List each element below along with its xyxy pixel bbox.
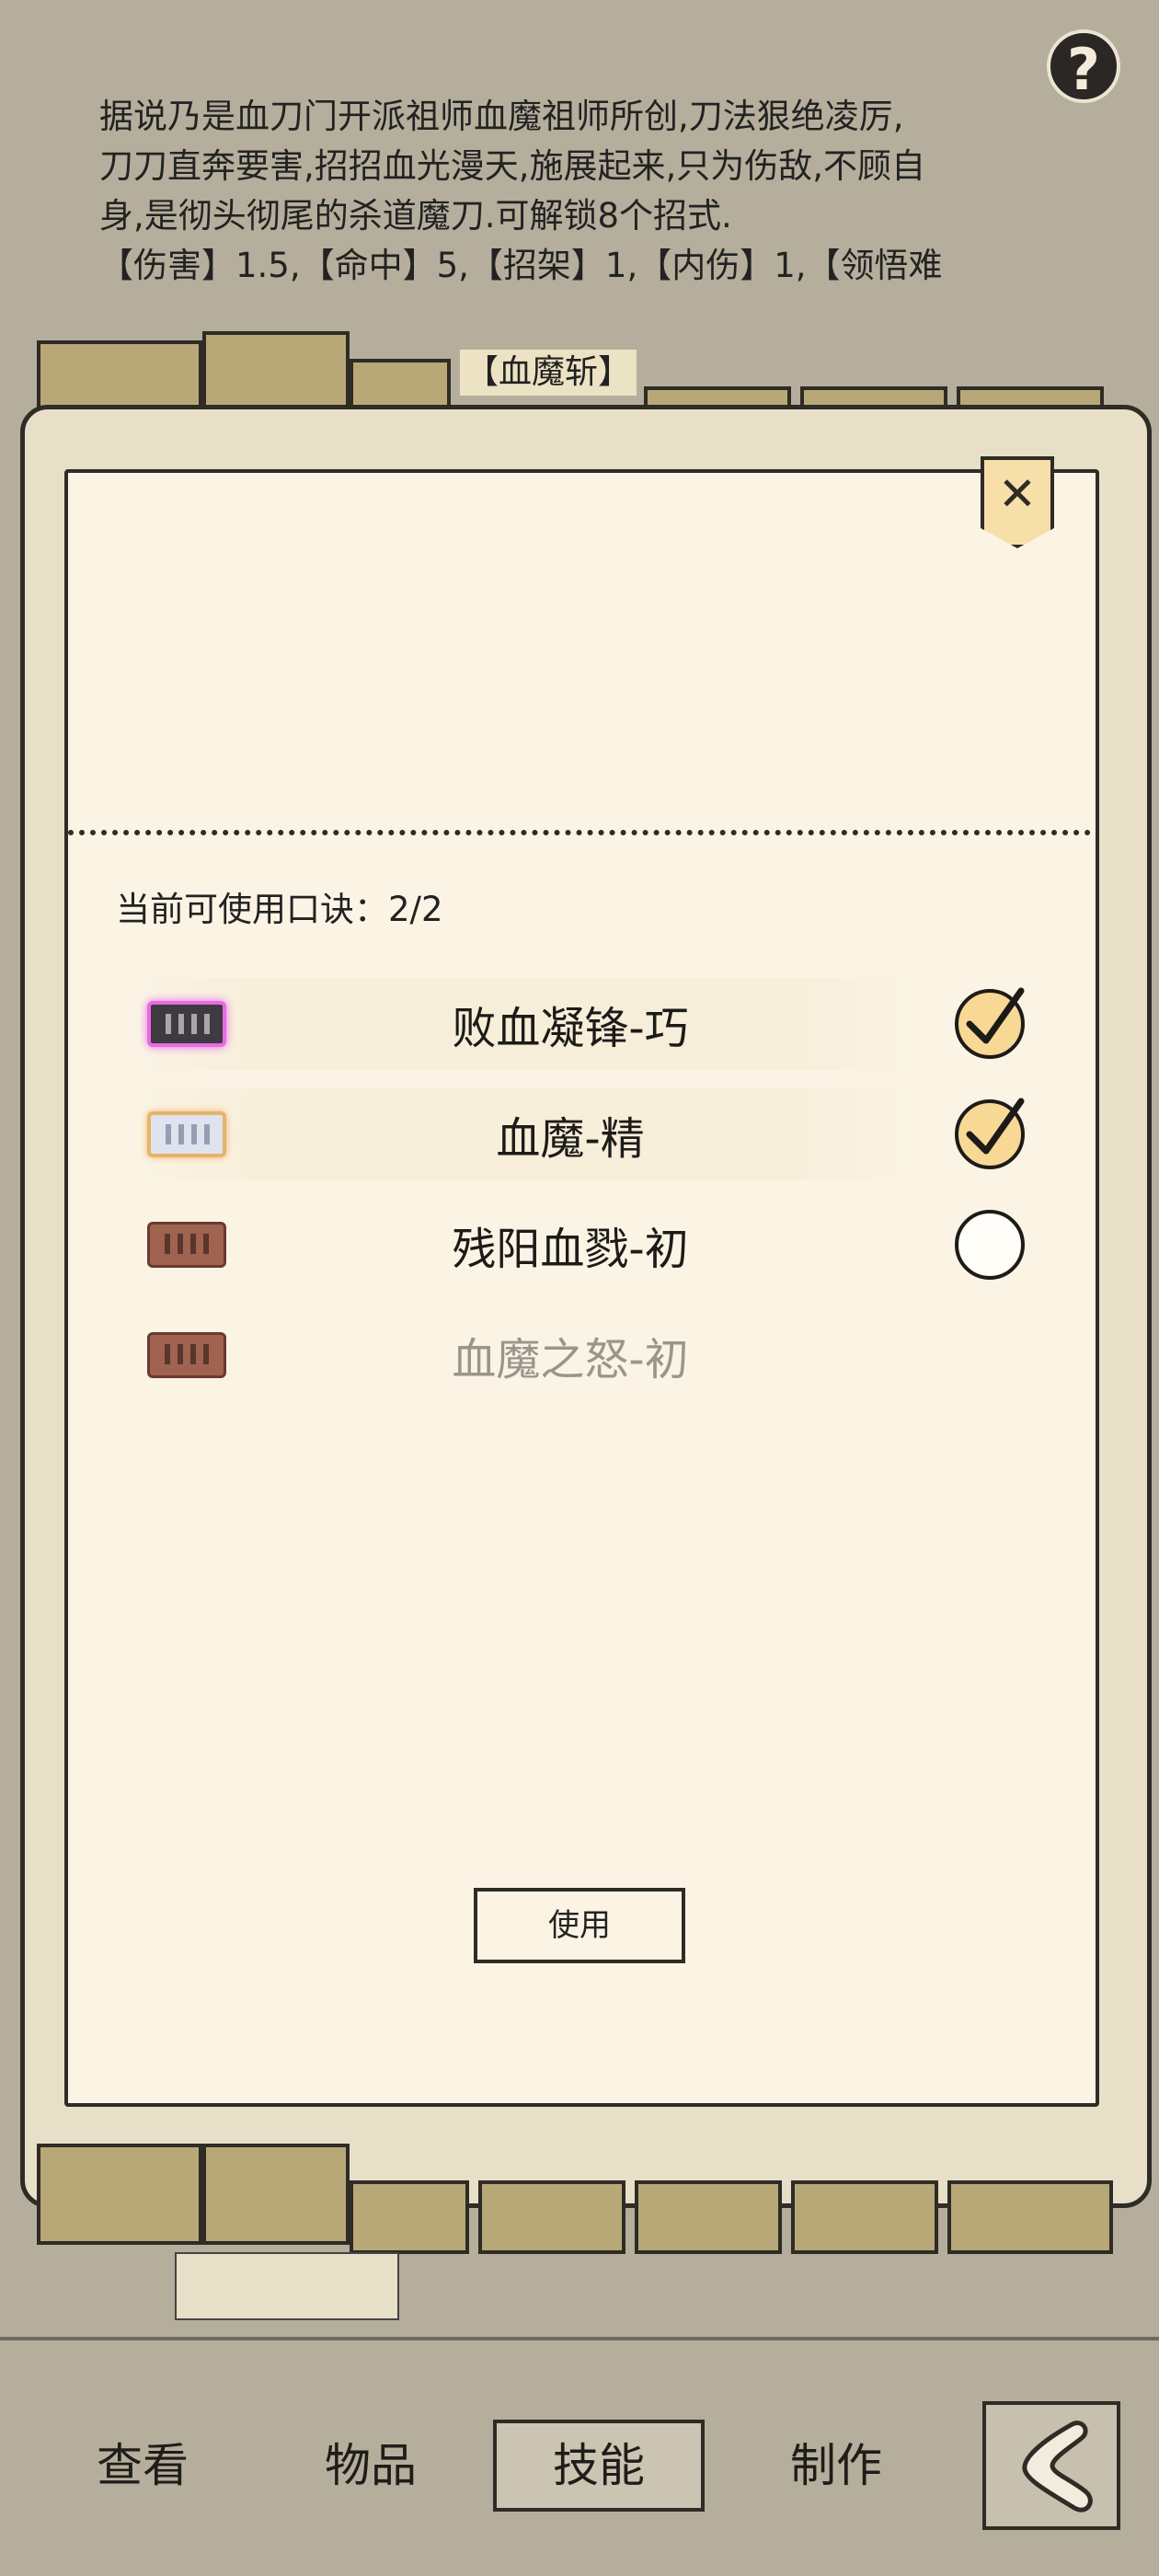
mantra-name: 血魔之怒-初: [452, 1334, 689, 1386]
scroll-roll-decoration: [791, 2180, 938, 2254]
nav-tab-view[interactable]: 查看: [37, 2420, 248, 2512]
scroll-roll-decoration: [202, 2144, 350, 2245]
purple-scroll-icon: [147, 1001, 226, 1047]
silver-scroll-icon: [147, 1111, 226, 1157]
scroll-roll-decoration: [635, 2180, 782, 2254]
checkmark-icon: [966, 1098, 1025, 1155]
dotted-divider: [68, 830, 1091, 835]
mantra-name: 残阳血戮-初: [452, 1224, 689, 1275]
description-line: 刀刀直奔要害,招招血光漫天,施展起来,只为伤敌,不顾自: [99, 146, 926, 186]
scroll-roll-decoration: [947, 2180, 1113, 2254]
scroll-roll-decoration: [478, 2180, 625, 2254]
description-line: 【伤害】1.5,【命中】5,【招架】1,【内伤】1,【领悟难: [99, 246, 943, 285]
close-icon: ✕: [998, 467, 1037, 521]
mantra-name: 败血凝锋-巧: [452, 1003, 689, 1054]
skill-description: 据说乃是血刀门开派祖师血魔祖师所创,刀法狠绝凌厉, 刀刀直奔要害,招招血光漫天,…: [99, 92, 1093, 291]
mantra-name: 血魔-精: [496, 1113, 645, 1165]
nav-tab-items[interactable]: 物品: [265, 2420, 476, 2512]
description-line: 身,是彻头彻尾的杀道魔刀.可解锁8个招式.: [99, 196, 732, 236]
mantra-row[interactable]: 残阳血戮-初: [138, 1199, 1025, 1291]
mantra-row[interactable]: 败血凝锋-巧: [138, 978, 1025, 1070]
scroll-roll-decoration: [350, 2180, 469, 2254]
mantra-select-radio[interactable]: [955, 1098, 1025, 1169]
mantra-quota-label: 当前可使用口诀：2/2: [116, 890, 443, 929]
mantra-row[interactable]: 血魔-精: [138, 1088, 1025, 1180]
skill-move-tag[interactable]: 【血魔斩】: [460, 350, 637, 396]
back-button[interactable]: [982, 2401, 1120, 2530]
mantra-row: 血魔之怒-初: [138, 1309, 911, 1401]
brown-scroll-icon: [147, 1222, 226, 1268]
skill-slot-frame: [175, 2252, 399, 2320]
divider: [0, 2337, 1159, 2340]
brown-scroll-icon: [147, 1332, 226, 1378]
mantra-select-radio[interactable]: [955, 1210, 1025, 1280]
mantra-select-radio[interactable]: [955, 987, 1025, 1059]
description-line: 据说乃是血刀门开派祖师血魔祖师所创,刀法狠绝凌厉,: [99, 97, 904, 136]
nav-tab-skills[interactable]: 技能: [493, 2420, 705, 2512]
scroll-roll-decoration: [37, 2144, 202, 2245]
checkmark-icon: [966, 987, 1025, 1044]
back-arrow-icon: [1022, 2421, 1093, 2513]
use-button[interactable]: 使用: [474, 1888, 685, 1963]
nav-tab-crafting[interactable]: 制作: [730, 2420, 942, 2512]
